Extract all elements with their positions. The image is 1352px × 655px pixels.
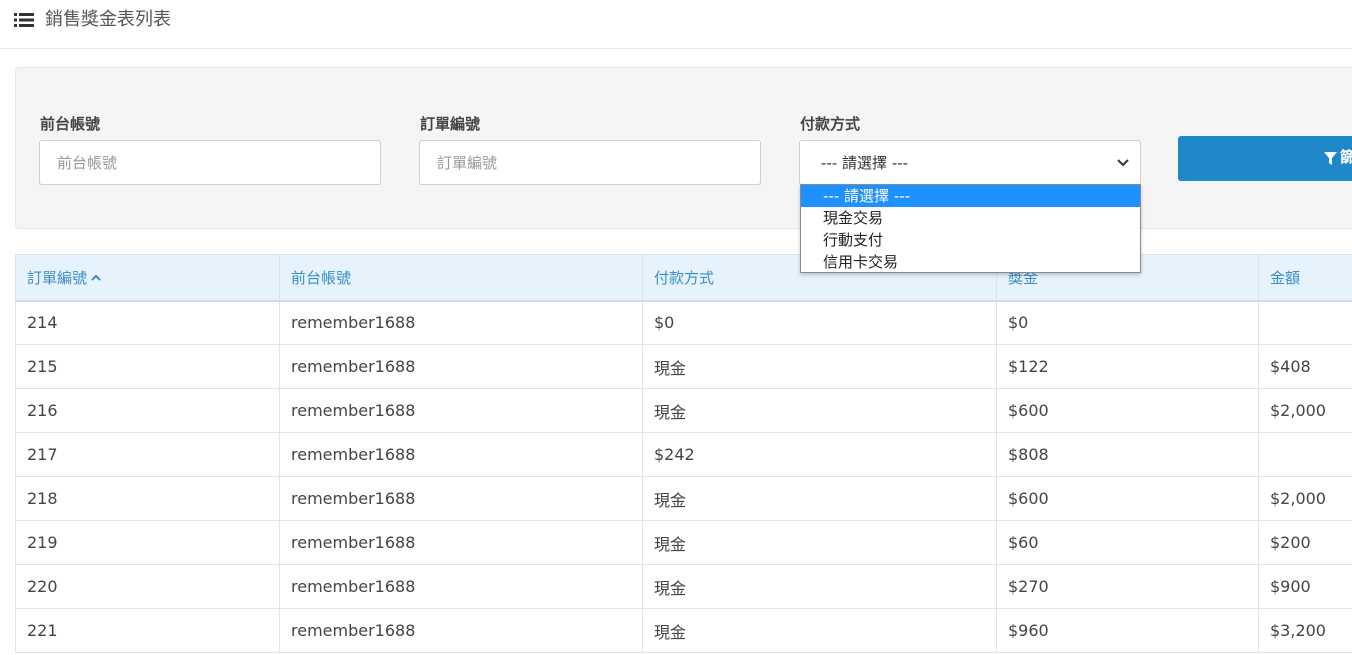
cell-order-number: 220 — [15, 564, 280, 609]
cell-payment-method: 現金 — [642, 520, 997, 565]
cell-amount: $2,000 — [1258, 476, 1352, 521]
cell-bonus: $60 — [996, 520, 1259, 565]
cell-payment-method: 現金 — [642, 564, 997, 609]
cell-account: remember1688 — [279, 432, 643, 477]
cell-amount: $900 — [1258, 564, 1352, 609]
cell-bonus: $600 — [996, 388, 1259, 433]
table-row: 214 remember1688 $0 $0 — [15, 300, 1352, 345]
cell-bonus: $270 — [996, 564, 1259, 609]
cell-amount — [1258, 300, 1352, 345]
cell-order-number: 218 — [15, 476, 280, 521]
cell-account: remember1688 — [279, 388, 643, 433]
cell-bonus: $122 — [996, 344, 1259, 389]
cell-order-number: 217 — [15, 432, 280, 477]
cell-payment-method: 現金 — [642, 388, 997, 433]
cell-account: remember1688 — [279, 344, 643, 389]
cell-payment-method: 現金 — [642, 344, 997, 389]
cell-account: remember1688 — [279, 476, 643, 521]
column-header-label: 訂單編號 — [27, 268, 88, 287]
cell-bonus: $960 — [996, 608, 1259, 653]
payment-method-dropdown: --- 請選擇 --- 現金交易 行動支付 信用卡交易 — [800, 184, 1141, 273]
cell-payment-method: 現金 — [642, 476, 997, 521]
cell-bonus: $600 — [996, 476, 1259, 521]
cell-amount: $3,200 — [1258, 608, 1352, 653]
chevron-down-icon — [1117, 159, 1129, 167]
cell-account: remember1688 — [279, 520, 643, 565]
cell-payment-method: 現金 — [642, 608, 997, 653]
column-header-order-number[interactable]: 訂單編號 — [15, 254, 280, 302]
cell-bonus: $0 — [996, 300, 1259, 345]
account-input[interactable] — [39, 140, 381, 185]
table-row: 215 remember1688 現金 $122 $408 — [15, 344, 1352, 389]
column-header-amount[interactable]: 金額 — [1258, 254, 1352, 302]
order-number-input[interactable] — [419, 140, 761, 185]
table-row: 220 remember1688 現金 $270 $900 — [15, 564, 1352, 609]
cell-amount: $408 — [1258, 344, 1352, 389]
table-row: 221 remember1688 現金 $960 $3,200 — [15, 608, 1352, 653]
cell-amount: $2,000 — [1258, 388, 1352, 433]
dropdown-option-placeholder[interactable]: --- 請選擇 --- — [801, 185, 1140, 207]
column-header-account[interactable]: 前台帳號 — [279, 254, 643, 302]
cell-order-number: 215 — [15, 344, 280, 389]
filter-button[interactable]: 篩 — [1178, 136, 1352, 181]
cell-order-number: 214 — [15, 300, 280, 345]
payment-method-label: 付款方式 — [800, 115, 861, 133]
cell-amount: $200 — [1258, 520, 1352, 565]
cell-payment-method: $242 — [642, 432, 997, 477]
cell-order-number: 216 — [15, 388, 280, 433]
cell-order-number: 219 — [15, 520, 280, 565]
cell-bonus: $808 — [996, 432, 1259, 477]
list-icon — [14, 13, 34, 27]
sort-up-icon — [91, 274, 101, 281]
cell-account: remember1688 — [279, 608, 643, 653]
cell-order-number: 221 — [15, 608, 280, 653]
cell-account: remember1688 — [279, 300, 643, 345]
payment-method-selected-value: --- 請選擇 --- — [821, 154, 909, 172]
cell-account: remember1688 — [279, 564, 643, 609]
dropdown-option-cash[interactable]: 現金交易 — [801, 207, 1140, 229]
cell-payment-method: $0 — [642, 300, 997, 345]
payment-method-select[interactable]: --- 請選擇 --- — [799, 140, 1141, 185]
filter-button-label: 篩 — [1340, 149, 1352, 166]
dropdown-option-credit-card[interactable]: 信用卡交易 — [801, 251, 1140, 273]
table-row: 219 remember1688 現金 $60 $200 — [15, 520, 1352, 565]
table-row: 218 remember1688 現金 $600 $2,000 — [15, 476, 1352, 521]
account-label: 前台帳號 — [40, 115, 101, 133]
filter-icon — [1324, 152, 1337, 165]
page-header: 銷售獎金表列表 — [0, 0, 1352, 49]
table-row: 217 remember1688 $242 $808 — [15, 432, 1352, 477]
bonus-table: 訂單編號 前台帳號 付款方式 獎金 金額 214 remember1688 $0 $0… — [15, 254, 1352, 653]
page-title: 銷售獎金表列表 — [45, 9, 171, 30]
table-row: 216 remember1688 現金 $600 $2,000 — [15, 388, 1352, 433]
cell-amount — [1258, 432, 1352, 477]
table-header-row: 訂單編號 前台帳號 付款方式 獎金 金額 — [15, 254, 1352, 302]
dropdown-option-mobile-payment[interactable]: 行動支付 — [801, 229, 1140, 251]
order-number-label: 訂單編號 — [420, 115, 481, 133]
